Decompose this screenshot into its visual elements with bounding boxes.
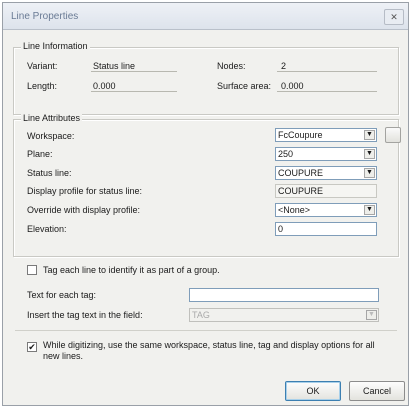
tag-text-label: Text for each tag: [27,290,97,300]
override-value: <None> [278,205,311,215]
digitizing-label: While digitizing, use the same workspace… [43,340,375,361]
line-information-heading: Line Information [21,41,90,51]
length-label: Length: [27,81,58,91]
tag-checkbox[interactable] [27,265,37,275]
variant-value: Status line [93,61,136,71]
status-line-select[interactable]: COUPURE ▼ [275,166,377,180]
nodes-value: 2 [281,61,287,71]
cancel-button[interactable]: Cancel [349,381,405,401]
chevron-down-icon[interactable]: ▼ [364,149,375,159]
plane-select[interactable]: 250 ▼ [275,147,377,161]
insert-field-label: Insert the tag text in the field: [27,310,143,320]
line-properties-dialog: Line Properties ✕ Line Information Varia… [2,2,409,406]
surface-area-value: 0.000 [281,81,304,91]
chevron-down-icon[interactable]: ▼ [364,130,375,140]
chevron-down-icon[interactable]: ▼ [364,205,375,215]
display-profile-label: Display profile for status line: [27,186,143,196]
workspace-value: FcCoupure [278,130,323,140]
elevation-input[interactable]: 0 [275,222,377,236]
line-attributes-heading: Line Attributes [21,113,83,123]
status-line-value: COUPURE [278,168,324,178]
override-label: Override with display profile: [27,205,141,215]
status-line-label: Status line: [27,168,72,178]
display-profile-field: COUPURE [275,184,377,198]
dialog-title: Line Properties [11,11,79,22]
plane-value: 250 [278,149,294,159]
digitizing-checkbox[interactable]: ✔ [27,342,37,352]
insert-field-value: TAG [192,310,210,320]
workspace-select[interactable]: FcCoupure ▼ [275,128,377,142]
insert-field-select[interactable]: TAG ▼ [189,308,379,322]
override-select[interactable]: <None> ▼ [275,203,377,217]
tag-checkbox-label: Tag each line to identify it as part of … [43,265,220,275]
elevation-value: 0 [278,224,284,234]
plane-label: Plane: [27,149,53,159]
tag-text-input[interactable] [189,288,379,302]
workspace-label: Workspace: [27,131,75,141]
title-bar: Line Properties ✕ [3,3,408,30]
nodes-label: Nodes: [217,61,246,71]
nodes-field [277,59,377,72]
display-profile-value: COUPURE [278,186,324,196]
elevation-label: Elevation: [27,224,67,234]
ok-button[interactable]: OK [285,381,341,401]
variant-label: Variant: [27,61,58,71]
separator [15,330,397,331]
chevron-down-icon[interactable]: ▼ [364,168,375,178]
length-value: 0.000 [93,81,116,91]
checkmark-icon: ✔ [28,342,36,352]
chevron-down-icon[interactable]: ▼ [366,310,377,320]
close-button[interactable]: ✕ [384,9,404,25]
browse-button[interactable] [385,127,401,143]
surface-area-label: Surface area: [217,81,272,91]
